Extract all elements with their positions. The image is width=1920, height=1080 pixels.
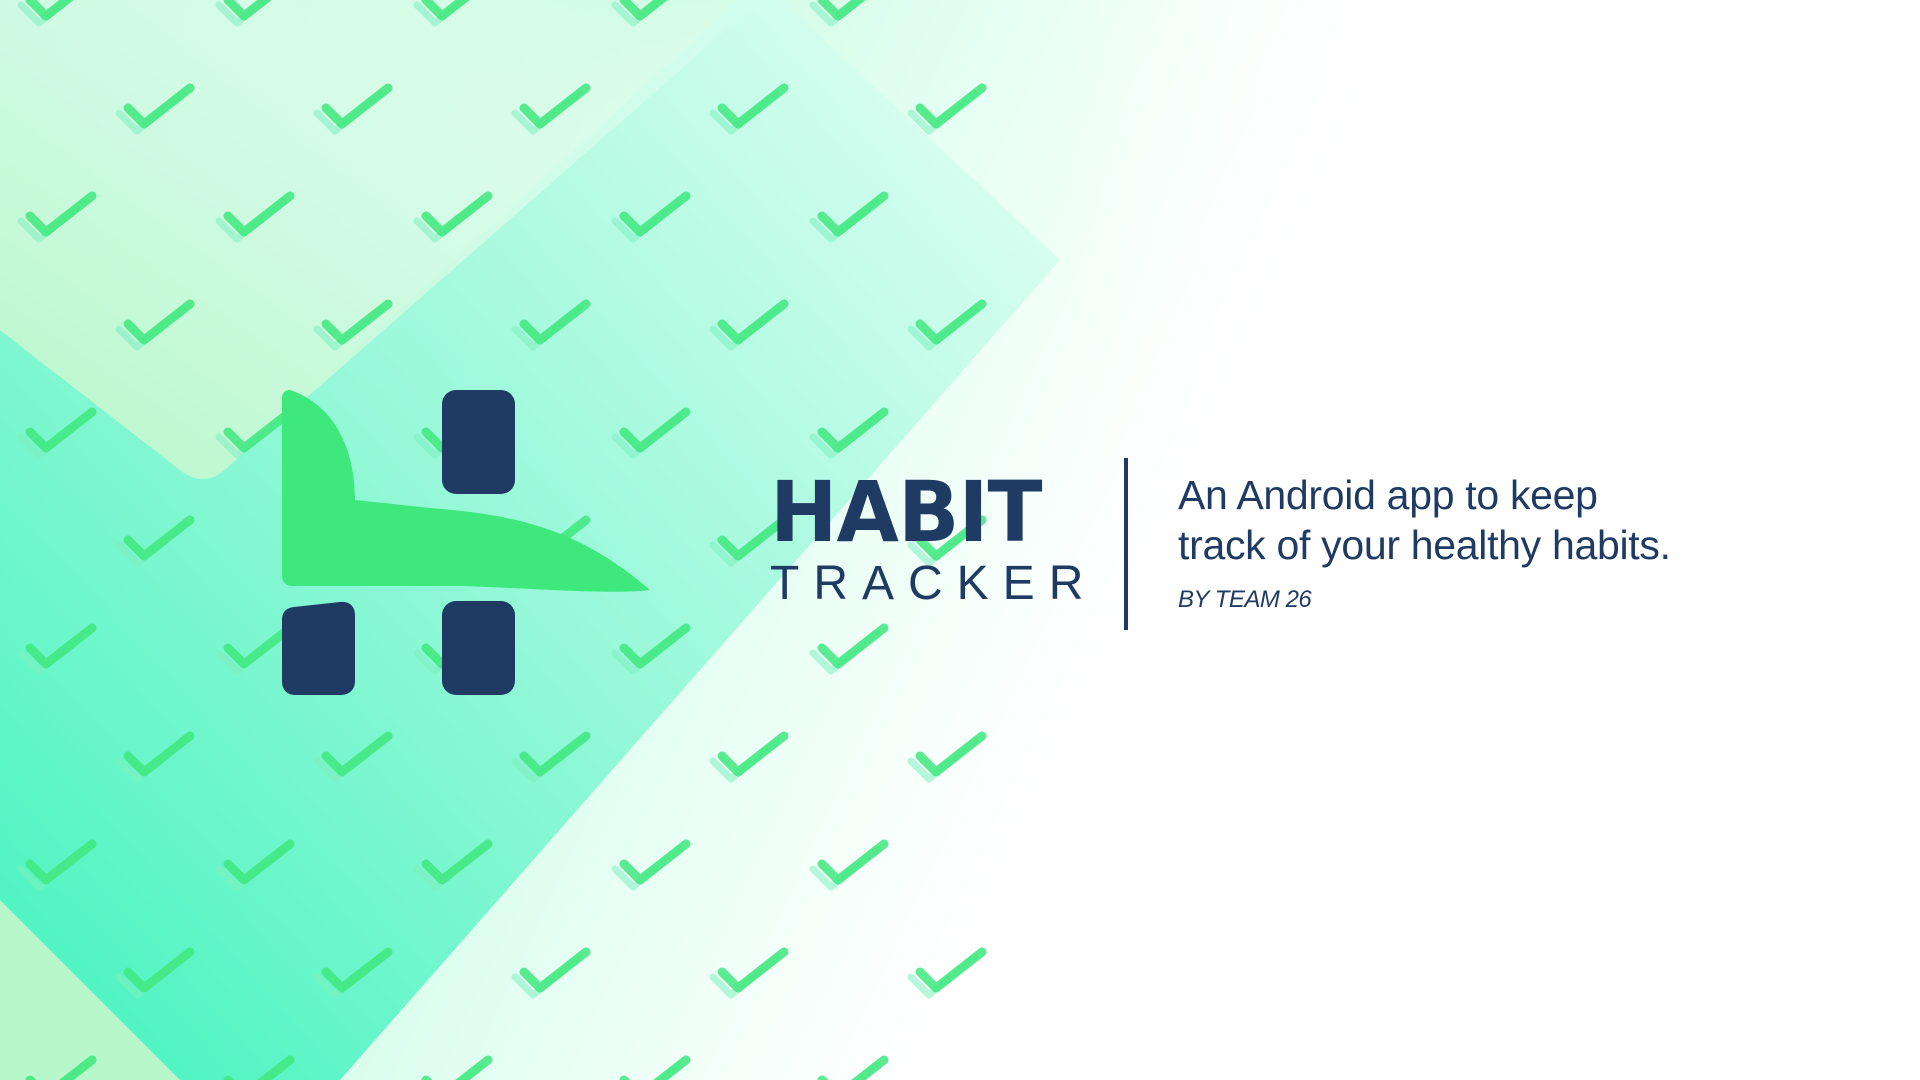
logo-navy-block-top: [442, 390, 515, 494]
tagline-line-2: track of your healthy habits.: [1178, 522, 1671, 568]
tagline: An Android app to keep track of your hea…: [1178, 470, 1798, 614]
banner: HABIT TRACKER An Android app to keep tra…: [0, 0, 1920, 1080]
byline: BY TEAM 26: [1178, 586, 1312, 613]
brand-name-tracker: TRACKER: [770, 557, 1098, 610]
brand-name-habit: HABIT: [770, 463, 1043, 561]
logo-navy-block-bottom-right: [442, 601, 515, 695]
brand-wordmark: HABIT TRACKER: [770, 463, 1098, 610]
tagline-line-1: An Android app to keep: [1178, 472, 1598, 518]
habit-tracker-h-logo-icon: [282, 390, 650, 695]
vertical-divider: [1124, 458, 1128, 630]
logo-navy-block-bottom-left: [282, 601, 355, 695]
